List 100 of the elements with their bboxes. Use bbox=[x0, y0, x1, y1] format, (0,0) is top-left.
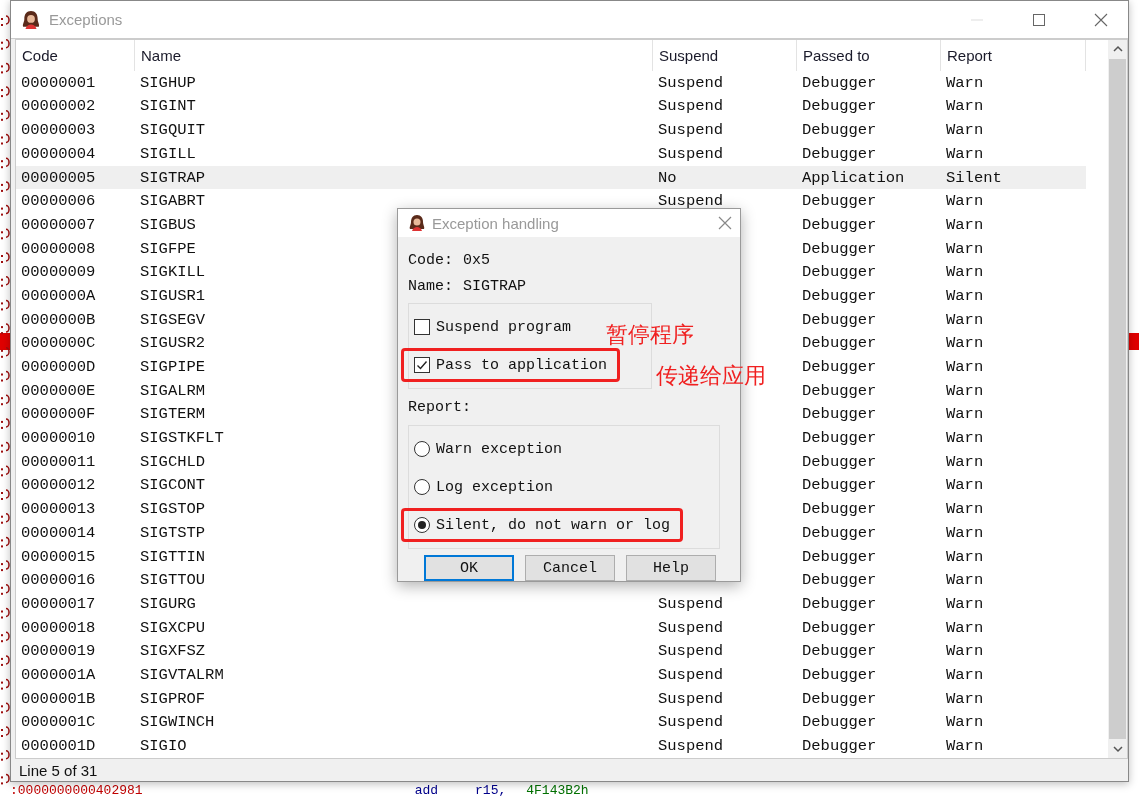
table-cell-text: 00000005 bbox=[20, 168, 96, 187]
table-cell-text: 00000002 bbox=[20, 97, 96, 116]
column-header[interactable]: Name bbox=[135, 40, 653, 71]
table-cell-text: Suspend bbox=[657, 689, 724, 708]
table-cell-text: SIGSTKFLT bbox=[139, 429, 224, 448]
table-cell-text: 00000017 bbox=[20, 594, 96, 613]
radio-label[interactable]: Log exception bbox=[436, 478, 554, 496]
table-cell-text: Suspend bbox=[657, 618, 724, 637]
table-cell-text: Warn bbox=[945, 429, 984, 448]
column-header[interactable]: Code bbox=[16, 40, 135, 71]
maximize-icon[interactable] bbox=[1033, 13, 1045, 26]
table-cell-text: Debugger bbox=[801, 523, 877, 542]
table-cell-text: Debugger bbox=[801, 571, 877, 590]
window-title: Exceptions bbox=[49, 11, 124, 28]
table-cell-text: Warn bbox=[945, 381, 984, 400]
table-cell-text: 00000006 bbox=[20, 192, 96, 211]
table-cell-text: Debugger bbox=[801, 665, 877, 684]
table-cell-text: Warn bbox=[945, 310, 984, 329]
dialog-title: Exception handling bbox=[432, 214, 560, 232]
table-cell-text: Warn bbox=[945, 618, 984, 637]
table-cell-text: 0000001C bbox=[20, 713, 96, 732]
table-cell-text: Suspend bbox=[657, 144, 724, 163]
table-cell-text: 00000019 bbox=[20, 642, 96, 661]
dialog-button[interactable]: Cancel bbox=[525, 555, 615, 581]
close-icon[interactable] bbox=[1094, 12, 1108, 27]
table-cell-text: SIGXCPU bbox=[139, 618, 206, 637]
table-cell-text: Suspend bbox=[657, 97, 724, 116]
table-cell-text: SIGSTOP bbox=[139, 500, 206, 519]
table-cell-text: Silent bbox=[945, 168, 1002, 187]
checkbox[interactable] bbox=[414, 357, 430, 373]
dialog-button[interactable]: Help bbox=[626, 555, 716, 581]
table-cell-text: 0000000D bbox=[20, 358, 96, 376]
checkbox-label[interactable]: Suspend program bbox=[436, 318, 572, 336]
column-header[interactable]: Passed to bbox=[797, 40, 941, 71]
code-text: r15, bbox=[475, 783, 507, 798]
table-cell-text: 0000001D bbox=[20, 737, 96, 755]
table-cell-text: Warn bbox=[945, 144, 984, 163]
close-icon[interactable] bbox=[718, 216, 732, 230]
code-label: Code: bbox=[408, 251, 453, 269]
highlight-bar bbox=[1129, 333, 1139, 350]
table-cell-text: No bbox=[657, 168, 677, 187]
table-cell-text: SIGVTALRM bbox=[139, 665, 224, 684]
radio-label[interactable]: Silent, do not warn or log bbox=[436, 516, 671, 534]
table-cell-text: Warn bbox=[945, 286, 984, 305]
table-cell-text: SIGINT bbox=[139, 97, 196, 116]
checkbox[interactable] bbox=[414, 319, 430, 335]
table-cell-text: 00000015 bbox=[20, 547, 96, 566]
table-cell-text: SIGIO bbox=[139, 737, 187, 755]
table-cell-text: SIGTTIN bbox=[139, 547, 206, 566]
table-cell-text: SIGUSR2 bbox=[139, 334, 206, 353]
table-cell-text: SIGWINCH bbox=[139, 713, 215, 732]
table-cell-text: Warn bbox=[945, 73, 984, 92]
table-cell-text: 00000010 bbox=[20, 429, 96, 448]
table-cell-text: SIGTSTP bbox=[139, 523, 206, 542]
table-cell-text: Debugger bbox=[801, 618, 877, 637]
dialog-button[interactable]: OK bbox=[424, 555, 514, 581]
table-cell-text: 00000007 bbox=[20, 215, 96, 234]
code-value: 0x5 bbox=[463, 251, 491, 269]
table-cell-text: Warn bbox=[945, 405, 984, 424]
column-header[interactable]: Suspend bbox=[653, 40, 797, 71]
radio-button[interactable] bbox=[414, 479, 430, 495]
table-cell-text: SIGCHLD bbox=[139, 452, 206, 471]
table-cell-text: Debugger bbox=[801, 263, 877, 282]
table-cell-text: Suspend bbox=[657, 713, 724, 732]
table-cell-text: Suspend bbox=[657, 737, 724, 755]
table-cell-text: Debugger bbox=[801, 689, 877, 708]
code-text: 4F143B2h bbox=[526, 783, 589, 798]
table-cell-text: Debugger bbox=[801, 239, 877, 258]
status-text: Line 5 of 31 bbox=[19, 761, 98, 779]
table-cell-text: Warn bbox=[945, 689, 984, 708]
scrollbar[interactable] bbox=[1108, 40, 1127, 758]
table-cell-text: Warn bbox=[945, 500, 984, 519]
radio-label[interactable]: Warn exception bbox=[436, 440, 563, 458]
table-cell-text: Warn bbox=[945, 239, 984, 258]
annotation-note: 暂停程序 bbox=[606, 321, 694, 349]
radio-button[interactable] bbox=[414, 441, 430, 457]
table-cell-text: Suspend bbox=[657, 665, 724, 684]
table-cell-text: Debugger bbox=[801, 310, 877, 329]
selected-row[interactable]: 00000005 SIGTRAP No Application Silent bbox=[16, 165, 1086, 190]
checkbox-label[interactable]: Pass to application bbox=[436, 356, 608, 374]
table-cell-text: Warn bbox=[945, 97, 984, 116]
table-cell-text: Debugger bbox=[801, 144, 877, 163]
column-header[interactable]: Report bbox=[941, 40, 1086, 71]
table-cell-text: 0000001A bbox=[20, 665, 96, 684]
radio-button[interactable] bbox=[414, 517, 430, 533]
table-cell-text: 0000000F bbox=[20, 405, 96, 424]
table-cell-text: SIGTERM bbox=[139, 405, 206, 424]
table-cell-text: Warn bbox=[945, 334, 984, 353]
table-cell-text: Debugger bbox=[801, 358, 877, 376]
table-cell-text: SIGILL bbox=[139, 144, 196, 163]
table-cell-text: SIGHUP bbox=[139, 73, 196, 92]
table-cell-text: 00000018 bbox=[20, 618, 96, 637]
table-cell-text: 00000012 bbox=[20, 476, 96, 495]
table-cell-text: 0000000B bbox=[20, 310, 96, 329]
table-cell-text: 00000001 bbox=[20, 73, 96, 92]
table-cell-text: Warn bbox=[945, 192, 984, 211]
table-cell-text: Debugger bbox=[801, 500, 877, 519]
table-cell-text: Suspend bbox=[657, 192, 724, 211]
table-cell-text: SIGSEGV bbox=[139, 310, 206, 329]
table-cell-text: Debugger bbox=[801, 192, 877, 211]
